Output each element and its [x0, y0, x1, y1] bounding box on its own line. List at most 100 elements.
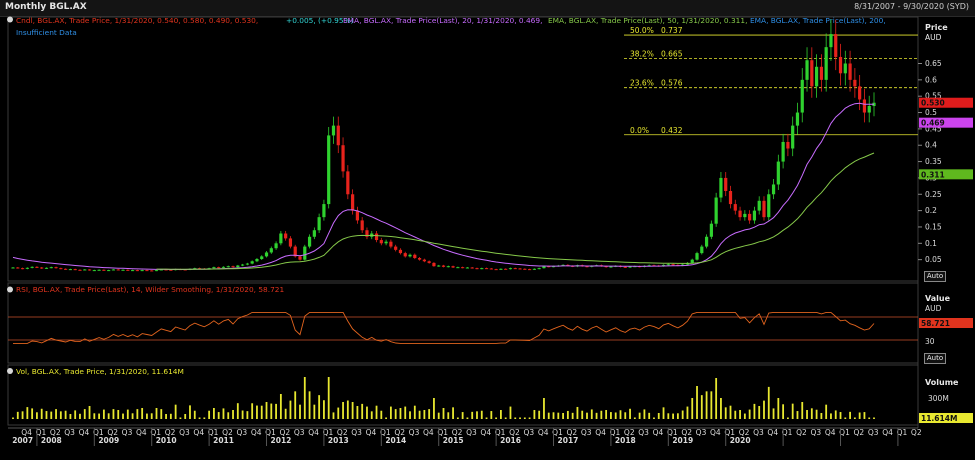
candle-body — [360, 220, 364, 231]
candle-body — [403, 253, 407, 257]
candle-body — [843, 63, 847, 74]
candle-body — [307, 236, 312, 247]
volume-bar — [40, 408, 43, 419]
candle-body — [819, 66, 823, 80]
chart-canvas[interactable]: Cndl, BGL.AX, Trade Price, 1/31/2020, 0.… — [0, 0, 975, 460]
price-tick-label: 0.05 — [925, 255, 942, 264]
candle-body — [245, 263, 249, 265]
price-badge-text: 0.469 — [921, 119, 945, 128]
volume-bar — [839, 412, 842, 419]
candle-body — [695, 253, 699, 260]
candle-body — [102, 269, 106, 271]
candle-body — [743, 213, 747, 218]
candle-body — [767, 194, 771, 218]
volume-bar — [385, 417, 387, 419]
candle-body — [327, 135, 331, 205]
volume-bar — [686, 406, 689, 419]
volume-bar — [796, 411, 799, 419]
volume-bar — [763, 400, 765, 419]
volume-bar — [284, 408, 287, 419]
candle-body — [451, 266, 455, 268]
candle-body — [78, 269, 82, 271]
candle-body — [111, 269, 116, 271]
candle-body — [150, 270, 154, 272]
volume-bar — [456, 417, 459, 419]
volume-bar — [12, 417, 14, 419]
volume-bar — [184, 414, 187, 419]
price-tick-label: 0.4 — [925, 141, 937, 150]
quarter-label: Q2 — [854, 428, 865, 437]
rsi-axis-title: Value — [925, 294, 951, 303]
volume-bar — [21, 411, 24, 419]
quarter-label: Q4 — [480, 428, 491, 437]
volume-bar — [375, 405, 378, 419]
fib-pct: 0.0% — [630, 126, 649, 135]
volume-bar — [64, 410, 67, 419]
candle-body — [145, 270, 149, 272]
quarter-label: Q4 — [366, 428, 377, 437]
candle-body — [25, 267, 29, 269]
volume-bar — [31, 408, 34, 419]
price-axis-title: Price — [925, 23, 948, 32]
candle-body — [264, 252, 269, 257]
volume-bar — [102, 409, 105, 419]
volume-bar — [303, 377, 306, 419]
volume-bar — [691, 398, 694, 419]
candle-body — [20, 268, 25, 270]
quarter-label: Q3 — [638, 428, 649, 437]
rsi-panel[interactable] — [7, 282, 919, 364]
volume-bar — [853, 417, 856, 419]
price-badge-text: 0.530 — [921, 99, 945, 108]
price-legend: Cndl, BGL.AX, Trade Price, 1/31/2020, 0.… — [7, 16, 886, 25]
price-legend-icon — [7, 16, 13, 23]
volume-axis-title: Volume — [925, 378, 959, 387]
volume-bar — [327, 377, 330, 419]
volume-bar — [198, 417, 201, 419]
volume-bar — [710, 391, 713, 419]
candle-body — [690, 259, 694, 263]
candle-body — [518, 268, 522, 270]
volume-bar — [189, 405, 191, 419]
candle-body — [135, 270, 139, 272]
candle-body — [862, 99, 867, 113]
year-label: 2012 — [271, 436, 292, 445]
volume-bar — [452, 407, 454, 419]
volume-bar — [514, 417, 517, 419]
volume-bar — [466, 417, 469, 419]
candle-body — [40, 267, 44, 269]
rsi-legend: RSI, BGL.AX, Trade Price(Last), 14, Wild… — [16, 285, 285, 294]
candle-body — [475, 268, 479, 270]
volume-bar — [236, 403, 239, 419]
candle-body — [824, 47, 828, 80]
volume-bar — [681, 410, 684, 419]
rsi-badge-text: 58.721 — [921, 319, 950, 328]
volume-bar — [772, 408, 775, 419]
candle-body — [858, 86, 862, 100]
price-tick-label: 0.25 — [925, 190, 942, 199]
candle-body — [499, 268, 503, 270]
volume-bar — [270, 403, 273, 419]
quarter-label: Q4 — [767, 428, 778, 437]
volume-bar — [672, 413, 674, 419]
volume-bar — [844, 417, 847, 419]
rsi-auto-button[interactable]: Auto — [924, 353, 946, 364]
volume-bar — [571, 412, 574, 419]
volume-bar — [490, 411, 493, 419]
volume-bar — [442, 408, 445, 419]
candle-body — [776, 161, 780, 185]
volume-bar — [389, 406, 392, 419]
candle-body — [250, 261, 254, 264]
volume-bar — [595, 412, 598, 419]
candle-body — [800, 79, 804, 113]
price-auto-button[interactable]: Auto — [924, 271, 946, 282]
vol-legend-icon[interactable] — [7, 368, 13, 374]
quarter-label: Q4 — [251, 428, 262, 437]
quarter-label: Q4 — [79, 428, 90, 437]
volume-bar — [169, 413, 172, 419]
candle-body — [786, 141, 790, 149]
price-panel[interactable] — [7, 16, 919, 282]
quarter-label: Q3 — [236, 428, 247, 437]
volume-bar — [777, 398, 780, 419]
volume-bar — [428, 409, 431, 419]
rsi-legend-icon[interactable] — [7, 286, 13, 293]
